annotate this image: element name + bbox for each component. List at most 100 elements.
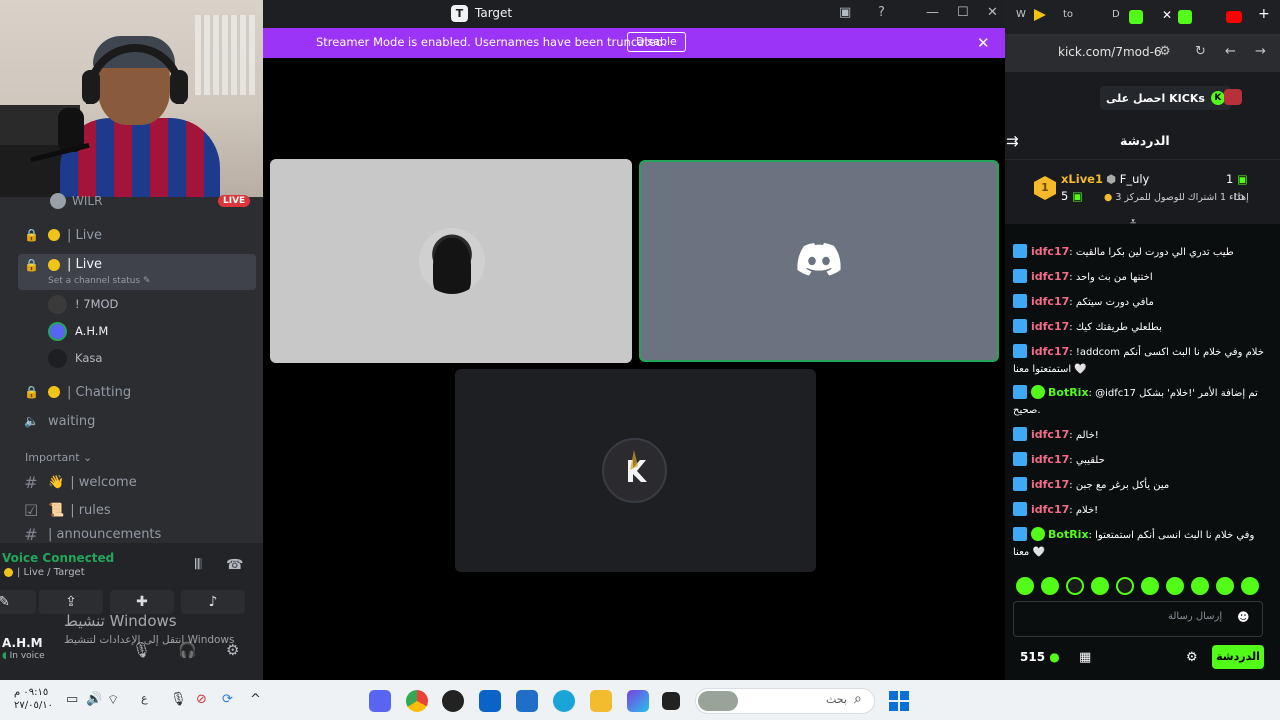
- edge-taskbar-icon[interactable]: [553, 690, 575, 712]
- channel-status[interactable]: Set a channel status ✎: [48, 276, 151, 286]
- voice-user[interactable]: A.H.M: [48, 320, 108, 342]
- chat-username[interactable]: idfc17: [1031, 503, 1069, 516]
- collapse-chat-icon[interactable]: ⇉: [1006, 132, 1019, 150]
- new-tab-icon[interactable]: +: [1258, 6, 1270, 22]
- disable-button[interactable]: Disable: [627, 32, 686, 52]
- gift-icon[interactable]: ▦: [1079, 650, 1091, 665]
- close-icon[interactable]: ✕: [987, 5, 998, 20]
- voice-channel-path[interactable]: | Live / Target: [4, 567, 85, 578]
- clock-date: ٢٧/٠٥/١٠: [14, 700, 53, 711]
- back-icon[interactable]: ←: [1225, 44, 1236, 59]
- chat-username[interactable]: idfc17: [1031, 245, 1069, 258]
- youtube-tab-icon[interactable]: [1226, 11, 1242, 23]
- chat-username[interactable]: idfc17: [1031, 428, 1069, 441]
- kick-tab-icon[interactable]: [1129, 10, 1143, 24]
- no-signal-icon[interactable]: ⊘: [196, 692, 207, 707]
- leaderboard-user-2[interactable]: ⬢ F_uly: [1106, 172, 1149, 186]
- close-tab-icon[interactable]: ✕: [1162, 8, 1172, 22]
- chat-username[interactable]: idfc17: [1031, 270, 1069, 283]
- badge-icon[interactable]: [1224, 89, 1242, 105]
- emote-icon[interactable]: [1091, 577, 1109, 595]
- send-chat-button[interactable]: الدردشة: [1212, 645, 1264, 669]
- chat-username[interactable]: idfc17: [1031, 345, 1069, 358]
- browser-tab[interactable]: to: [1063, 9, 1073, 20]
- chat-username[interactable]: BotRix: [1048, 528, 1089, 541]
- chat-username[interactable]: BotRix: [1048, 386, 1089, 399]
- screen-share-button[interactable]: ⇪: [39, 590, 103, 614]
- sync-icon[interactable]: ⟳: [222, 692, 233, 707]
- emote-icon[interactable]: [1141, 577, 1159, 595]
- site-settings-icon[interactable]: ⚙: [1159, 44, 1171, 59]
- browser-tab[interactable]: D: [1112, 9, 1120, 20]
- channel-points[interactable]: 515 ●: [1020, 650, 1060, 664]
- screen-icon[interactable]: ▣: [839, 5, 851, 20]
- discord-taskbar-icon[interactable]: [369, 690, 391, 712]
- file-explorer-taskbar-icon[interactable]: [590, 690, 612, 712]
- store-taskbar-icon[interactable]: [516, 690, 538, 712]
- url-text[interactable]: kick.com/7mod-6: [1058, 45, 1162, 59]
- emote-icon[interactable]: [1191, 577, 1209, 595]
- maximize-icon[interactable]: ☐: [957, 5, 969, 20]
- emote-icon[interactable]: [1041, 577, 1059, 595]
- wifi-icon[interactable]: ⌔: [107, 692, 119, 708]
- chat-message: idfc17: حلقيبي: [1013, 451, 1268, 469]
- windows-start-icon[interactable]: [889, 691, 909, 711]
- moderator-badge-icon: [1013, 502, 1027, 516]
- voice-channel-chatting[interactable]: 🔒 | Chatting: [24, 379, 131, 405]
- emote-icon[interactable]: [1241, 577, 1259, 595]
- gift-prompt[interactable]: ● إهداء 1 اشتراك للوصول للمركز 3: [1104, 192, 1249, 203]
- chat-username[interactable]: idfc17: [1031, 453, 1069, 466]
- voice-channel-live-active[interactable]: 🔒 | Live Set a channel status ✎: [18, 254, 256, 290]
- language-indicator[interactable]: ع: [141, 692, 148, 705]
- text-channel-rules[interactable]: ☑ 📜 | rules: [24, 497, 111, 523]
- emote-icon[interactable]: [1216, 577, 1234, 595]
- browser-tab[interactable]: W: [1016, 9, 1026, 20]
- category-important[interactable]: Important ⌄: [25, 451, 92, 464]
- microphone-icon[interactable]: 🎙: [170, 692, 187, 707]
- voice-user[interactable]: ! 7MOD: [48, 293, 118, 315]
- voice-channel-live-1[interactable]: 🔒 | Live: [24, 222, 102, 248]
- m365-taskbar-icon[interactable]: [627, 690, 649, 712]
- chrome-taskbar-icon[interactable]: [406, 690, 428, 712]
- voice-channel-waiting[interactable]: 🔈 waiting: [24, 408, 95, 434]
- leaderboard-user-1[interactable]: xLive1: [1061, 172, 1103, 186]
- obs-taskbar-icon[interactable]: [442, 690, 464, 712]
- emote-icon[interactable]: [1016, 577, 1034, 595]
- reload-icon[interactable]: ↻: [1195, 44, 1206, 59]
- volume-icon[interactable]: 🔊: [86, 692, 102, 707]
- channel-label: | rules: [70, 502, 111, 518]
- signal-icon[interactable]: 𝄃𝄃: [195, 557, 201, 573]
- taskbar-clock[interactable]: ٠٩:١٥ م ٢٧/٠٥/١٠: [14, 686, 53, 712]
- emote-icon[interactable]: [1166, 577, 1184, 595]
- text-channel-announcements[interactable]: # | announcements: [24, 525, 161, 543]
- soundboard-button[interactable]: ♪: [181, 590, 245, 614]
- close-icon[interactable]: ✕: [977, 34, 990, 52]
- voice-user[interactable]: Kasa: [48, 347, 102, 369]
- chat-username[interactable]: idfc17: [1031, 320, 1069, 333]
- kick-tab-icon[interactable]: [1178, 10, 1192, 24]
- outlook-taskbar-icon[interactable]: [479, 690, 501, 712]
- sidebar-top-user[interactable]: WILR: [50, 193, 102, 209]
- chat-input[interactable]: [1013, 601, 1263, 637]
- chat-text: طيب تدري الي دورت لين بكرا مالقيت: [1075, 247, 1234, 258]
- chat-username[interactable]: idfc17: [1031, 295, 1069, 308]
- help-icon[interactable]: ?: [878, 5, 885, 20]
- chat-username[interactable]: idfc17: [1031, 478, 1069, 491]
- get-kicks-button[interactable]: احصل على KICKs K: [1100, 86, 1231, 110]
- emoji-picker-icon[interactable]: ☻: [1237, 610, 1250, 624]
- text-channel-welcome[interactable]: # 👋 | welcome: [24, 469, 136, 495]
- noise-button[interactable]: ✎: [0, 590, 36, 614]
- chevron-up-icon[interactable]: ^: [250, 692, 261, 707]
- forward-icon[interactable]: →: [1255, 44, 1266, 59]
- chat-message: idfc17: !addcom خلام وفي خلام نا البث اك…: [1013, 344, 1264, 375]
- emote-icon[interactable]: [1116, 577, 1134, 595]
- terminal-taskbar-icon[interactable]: [662, 692, 680, 710]
- activities-button[interactable]: ✚: [110, 590, 174, 614]
- emote-icon[interactable]: [1066, 577, 1084, 595]
- avatar: [48, 294, 67, 314]
- minimize-icon[interactable]: —: [926, 5, 939, 20]
- user-name: A.H.M: [2, 636, 43, 650]
- disconnect-icon[interactable]: ☎: [226, 557, 243, 573]
- battery-icon[interactable]: ▭: [66, 692, 78, 707]
- gear-icon[interactable]: ⚙: [1186, 650, 1198, 665]
